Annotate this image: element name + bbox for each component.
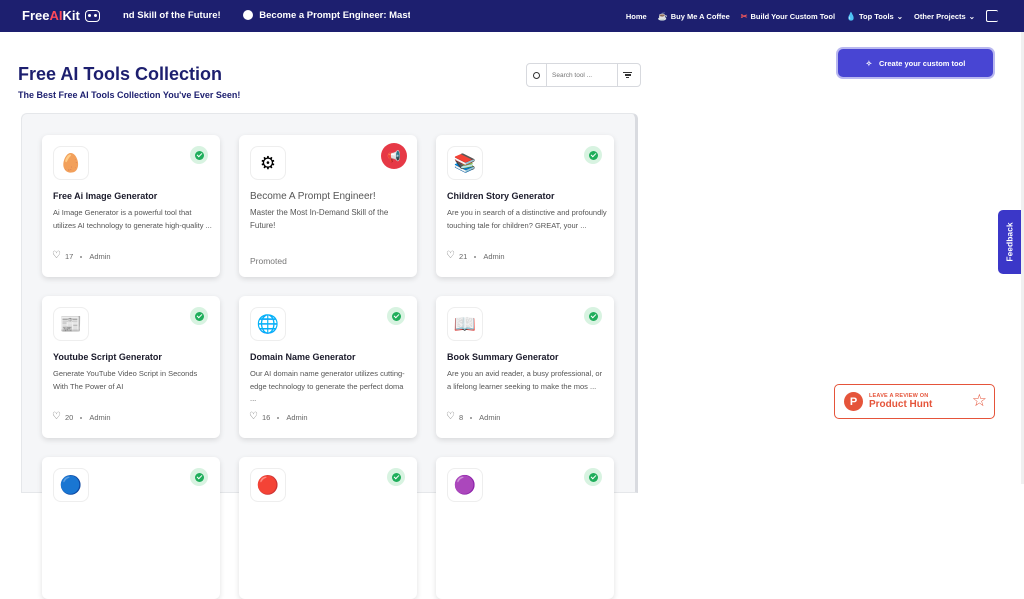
tool-meta: 16 Admin <box>249 411 308 423</box>
tool-card[interactable]: 📖 Book Summary Generator Are you an avid… <box>436 296 614 438</box>
logo-prefix: Free <box>22 8 50 23</box>
nav-other-projects[interactable]: Other Projects ⌄ <box>914 12 975 21</box>
tool-icon: 📖 <box>447 307 483 341</box>
tool-meta: 21 Admin <box>446 250 505 262</box>
tool-icon: 🔴 <box>250 468 286 502</box>
heart-icon[interactable] <box>52 250 61 261</box>
tool-description: Our AI domain name generator utilizes cu… <box>250 369 405 403</box>
megaphone-icon: 📢 <box>381 143 407 169</box>
feedback-tab[interactable]: Feedback <box>998 210 1021 274</box>
tool-card[interactable]: 🌐 Domain Name Generator Our AI domain na… <box>239 296 417 438</box>
tool-card[interactable]: 🥚 Free Ai Image Generator Ai Image Gener… <box>42 135 220 277</box>
tool-card[interactable]: 🔵 <box>42 457 220 599</box>
product-hunt-logo-icon: P <box>844 392 863 411</box>
tool-card[interactable]: 🔴 <box>239 457 417 599</box>
search-input[interactable] <box>547 71 617 79</box>
nav-buy-me-a-coffee[interactable]: ☕ Buy Me A Coffee <box>658 12 730 21</box>
news-ticker[interactable]: nd Skill of the Future! Become a Prompt … <box>123 0 410 32</box>
tools-grid: 🥚 Free Ai Image Generator Ai Image Gener… <box>21 113 638 599</box>
tool-description: Generate YouTube Video Script in Seconds… <box>53 369 198 391</box>
sparkle-icon: ✧ <box>865 58 873 68</box>
star-icon: ☆ <box>971 391 987 410</box>
product-hunt-text: LEAVE A REVIEW ON Product Hunt <box>869 393 932 410</box>
tools-icon: ✂ <box>740 11 748 21</box>
tool-author: Admin <box>89 413 111 422</box>
tool-description: Master the Most In-Demand Skill of the F… <box>250 208 389 230</box>
feedback-label: Feedback <box>1004 222 1015 262</box>
filter-icon[interactable] <box>617 64 637 86</box>
verified-icon <box>584 307 602 325</box>
like-count: 20 <box>65 413 74 422</box>
ticker-item[interactable]: Become a Prompt Engineer: Master the M <box>259 0 410 32</box>
coffee-icon: ☕ <box>657 11 668 21</box>
verified-icon <box>584 468 602 486</box>
heart-icon[interactable] <box>249 411 258 422</box>
tool-name[interactable]: Children Story Generator <box>447 191 555 201</box>
openai-icon: ⚙ <box>250 146 286 180</box>
heart-icon[interactable] <box>446 411 455 422</box>
verified-icon <box>387 468 405 486</box>
tool-icon: 🥚 <box>53 146 89 180</box>
like-count: 17 <box>65 252 74 261</box>
tool-meta: 8 Admin <box>446 411 501 423</box>
verified-icon <box>387 307 405 325</box>
create-button-label: Create your custom tool <box>879 58 966 68</box>
search-bar <box>526 63 641 87</box>
page-subtitle: The Best Free AI Tools Collection You've… <box>18 90 241 100</box>
like-count: 21 <box>459 252 468 261</box>
promo-card[interactable]: ⚙ 📢 Become A Prompt Engineer! Master the… <box>239 135 417 277</box>
verified-icon <box>190 307 208 325</box>
play-icon <box>243 10 254 21</box>
tool-meta: 17 Admin <box>52 250 111 262</box>
tool-description: Are you in search of a distinctive and p… <box>447 208 607 230</box>
product-hunt-badge[interactable]: P LEAVE A REVIEW ON Product Hunt ☆ <box>834 384 995 419</box>
search-icon[interactable] <box>527 64 547 86</box>
page-title: Free AI Tools Collection <box>18 64 223 84</box>
create-custom-tool-button[interactable]: ✧ Create your custom tool <box>838 49 993 77</box>
tool-author: Admin <box>89 252 111 261</box>
nav-home[interactable]: Home <box>626 12 647 21</box>
top-navbar: Free AI Kit nd Skill of the Future! Become… <box>0 0 1024 32</box>
verified-icon <box>190 468 208 486</box>
tool-icon: 🟣 <box>447 468 483 502</box>
tool-card[interactable]: 🟣 <box>436 457 614 599</box>
ph-big-text: Product Hunt <box>869 399 933 410</box>
tool-name[interactable]: Free Ai Image Generator <box>53 191 157 201</box>
tool-icon: 📰 <box>53 307 89 341</box>
verified-icon <box>584 146 602 164</box>
logout-icon[interactable] <box>986 10 998 22</box>
site-logo[interactable]: Free AI Kit <box>22 8 100 23</box>
like-count: 16 <box>262 413 271 422</box>
tool-icon: 🔵 <box>53 468 89 502</box>
chevron-down-icon: ⌄ <box>896 11 904 21</box>
ticker-item[interactable]: nd Skill of the Future! <box>123 0 221 32</box>
tool-description: Are you an avid reader, a busy professio… <box>447 369 603 391</box>
tool-author: Admin <box>479 413 501 422</box>
tool-author: Admin <box>286 413 308 422</box>
tool-meta: 20 Admin <box>52 411 111 423</box>
tool-name[interactable]: Become A Prompt Engineer! <box>250 191 376 202</box>
promoted-label: Promoted <box>250 256 287 266</box>
tool-name[interactable]: Book Summary Generator <box>447 352 559 362</box>
tool-card[interactable]: 📚 Children Story Generator Are you in se… <box>436 135 614 277</box>
drop-icon: 💧 <box>846 11 856 21</box>
main-nav: Home ☕ Buy Me A Coffee ✂ Build Your Custom… <box>626 0 998 32</box>
chevron-down-icon: ⌄ <box>968 11 975 21</box>
tool-author: Admin <box>483 252 505 261</box>
robot-icon <box>84 9 100 22</box>
logo-suffix: Kit <box>62 8 80 23</box>
nav-top-tools[interactable]: 💧 Top Tools ⌄ <box>846 12 903 21</box>
tool-description: Ai Image Generator is a powerful tool th… <box>53 208 212 230</box>
tool-name[interactable]: Youtube Script Generator <box>53 352 162 362</box>
verified-icon <box>190 146 208 164</box>
tool-card[interactable]: 📰 Youtube Script Generator Generate YouT… <box>42 296 220 438</box>
tool-icon: 📚 <box>447 146 483 180</box>
heart-icon[interactable] <box>446 250 455 261</box>
logo-ai: AI <box>49 8 63 23</box>
tool-name[interactable]: Domain Name Generator <box>250 352 356 362</box>
tool-icon: 🌐 <box>250 307 286 341</box>
like-count: 8 <box>459 413 464 422</box>
heart-icon[interactable] <box>52 411 61 422</box>
nav-build-custom-tool[interactable]: ✂ Build Your Custom Tool <box>741 12 835 21</box>
